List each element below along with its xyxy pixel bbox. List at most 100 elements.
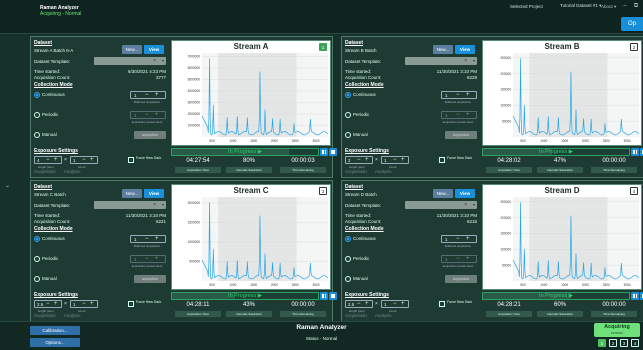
open-button[interactable]: Op [621,17,643,31]
tab-acquisition[interactable]: Acquisition [34,169,56,174]
stream-number-badge[interactable]: 4 [630,187,638,195]
plus-icon[interactable]: + [365,157,369,164]
buffered-stepper[interactable]: 1 − + [441,235,477,243]
tab-analysis[interactable]: Analysis [64,169,81,174]
period-stepper[interactable]: 1 − + [441,255,477,263]
minus-icon[interactable]: − [357,157,361,164]
tab-acquisition[interactable]: Acquisition [34,313,56,318]
tab-analysis[interactable]: Analysis [64,313,81,318]
exposure-count-stepper[interactable]: 1 − + [381,156,409,164]
minus-icon[interactable]: − [145,236,149,243]
minus-icon[interactable]: − [456,236,460,243]
buffered-stepper[interactable]: 1 − + [130,235,166,243]
exposure-length-stepper[interactable]: 2.5− + [345,300,373,308]
project-select[interactable]: Tutorial Dataset #1 ▾ [560,3,601,9]
plus-icon[interactable]: + [466,236,470,243]
plus-icon[interactable]: + [466,92,470,99]
page-button-3[interactable]: 3 [620,339,628,347]
plus-icon[interactable]: + [54,301,58,308]
minus-icon[interactable]: − [357,301,361,308]
plus-icon[interactable]: + [155,112,159,119]
tab-analysis[interactable]: Analysis [375,313,392,318]
exposure-length-stepper[interactable]: 2.5− + [34,300,62,308]
template-select[interactable]: × ▾ [94,201,166,209]
plus-icon[interactable]: + [401,157,405,164]
clear-icon[interactable]: × [153,201,156,209]
view-dataset-button[interactable]: View [144,189,164,198]
template-select[interactable]: × ▾ [405,57,477,65]
continuous-radio[interactable] [345,236,351,242]
stop-button[interactable] [329,148,337,156]
periodic-radio[interactable] [345,112,351,118]
minus-icon[interactable]: − [393,301,397,308]
new-dataset-button[interactable]: New... [433,45,453,54]
about-menu[interactable]: About ▾ [601,4,616,10]
exposure-count-stepper[interactable]: 1 − + [70,156,98,164]
manual-radio[interactable] [345,276,351,282]
force-new-dark-checkbox[interactable] [128,157,134,163]
page-button-1[interactable]: 1 [598,339,606,347]
pause-button[interactable] [631,148,639,156]
minus-icon[interactable]: − [145,92,149,99]
restore-icon[interactable]: ⧉ [631,2,641,10]
minus-icon[interactable]: − [145,112,149,119]
plus-icon[interactable]: + [155,92,159,99]
stop-button[interactable] [329,292,337,300]
exposure-length-stepper[interactable]: 2 − + [345,156,373,164]
clear-icon[interactable]: × [153,57,156,65]
minus-icon[interactable]: − [46,157,50,164]
view-dataset-button[interactable]: View [455,45,475,54]
manual-acquire-button[interactable]: acquisition [445,275,477,283]
plus-icon[interactable]: + [466,112,470,119]
exposure-count-stepper[interactable]: 1 − + [70,300,98,308]
manual-radio[interactable] [345,132,351,138]
collapse-chevron-icon[interactable]: ⌄ [5,182,10,189]
template-select[interactable]: × ▾ [94,57,166,65]
plus-icon[interactable]: + [401,301,405,308]
stream-number-badge[interactable]: 2 [630,43,638,51]
tab-acquisition[interactable]: Acquisition [345,169,367,174]
plus-icon[interactable]: + [155,236,159,243]
stream-number-badge[interactable]: 3 [319,187,327,195]
exposure-count-stepper[interactable]: 1 − + [381,300,409,308]
period-stepper[interactable]: 1 − + [130,255,166,263]
view-dataset-button[interactable]: View [455,189,475,198]
periodic-radio[interactable] [34,112,40,118]
buffered-stepper[interactable]: 1 − + [441,91,477,99]
clear-icon[interactable]: × [464,57,467,65]
pause-button[interactable] [320,148,328,156]
minus-icon[interactable]: − [456,256,460,263]
minus-icon[interactable]: − [456,92,460,99]
manual-acquire-button[interactable]: acquisition [134,275,166,283]
pause-button[interactable] [320,292,328,300]
tab-acquisition[interactable]: Acquisition [345,313,367,318]
manual-radio[interactable] [34,132,40,138]
minus-icon[interactable]: − [145,256,149,263]
plus-icon[interactable]: + [466,256,470,263]
minus-icon[interactable]: − [393,157,397,164]
plus-icon[interactable]: + [90,157,94,164]
minus-icon[interactable]: − [82,301,86,308]
plus-icon[interactable]: + [54,157,58,164]
force-new-dark-checkbox[interactable] [439,157,445,163]
new-dataset-button[interactable]: New... [122,45,142,54]
plus-icon[interactable]: + [90,301,94,308]
continuous-radio[interactable] [34,236,40,242]
manual-acquire-button[interactable]: acquisition [134,131,166,139]
new-dataset-button[interactable]: New... [433,189,453,198]
manual-acquire-button[interactable]: acquisition [445,131,477,139]
continuous-radio[interactable] [345,92,351,98]
page-button-2[interactable]: 2 [609,339,617,347]
new-dataset-button[interactable]: New... [122,189,142,198]
continuous-radio[interactable] [34,92,40,98]
force-new-dark-checkbox[interactable] [128,301,134,307]
tab-analysis[interactable]: Analysis [375,169,392,174]
minus-icon[interactable]: − [46,301,50,308]
manual-radio[interactable] [34,276,40,282]
minus-icon[interactable]: − [82,157,86,164]
clear-icon[interactable]: × [464,201,467,209]
page-button-4[interactable]: 4 [631,339,639,347]
template-select[interactable]: × ▾ [405,201,477,209]
stream-number-badge[interactable]: 1 [319,43,327,51]
minimize-icon[interactable]: – [620,2,630,10]
